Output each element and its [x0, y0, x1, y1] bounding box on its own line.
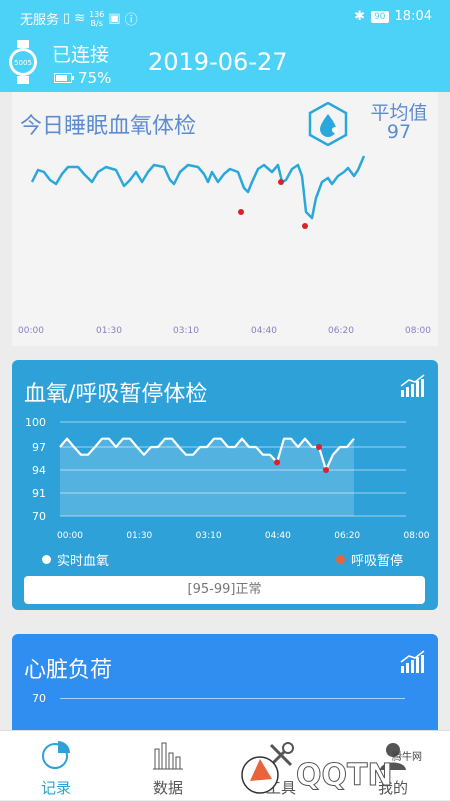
pie-chart-icon: [42, 741, 70, 769]
device-label: 5005: [14, 59, 32, 67]
apnea-marker: [274, 459, 280, 466]
y-tick: 91: [32, 487, 46, 500]
y-tick: 100: [25, 416, 46, 429]
x-tick: 08:00: [405, 326, 431, 336]
x-tick: 08:00: [404, 531, 430, 541]
x-tick: 06:20: [334, 531, 360, 541]
net-speed: 136 B/s: [89, 9, 105, 28]
oxygen-drop-icon: [308, 102, 348, 146]
date-selector[interactable]: 2019-06-27: [148, 48, 287, 76]
tab-data[interactable]: 数据: [112, 731, 224, 801]
x-tick: 03:10: [196, 531, 222, 541]
average-value: 97: [386, 121, 412, 143]
spo2-apnea-card[interactable]: 血氧/呼吸暂停体检 100 97 94 91 70 00:00 01:30 03:10 04:4…: [12, 360, 438, 610]
info-icon: ⓘ: [124, 13, 138, 28]
connection-status: 已连接: [52, 44, 110, 66]
clock: 18:04: [394, 9, 432, 24]
tab-label: 记录: [40, 779, 71, 797]
legend-label: 实时血氧: [57, 554, 110, 569]
x-tick: 03:10: [173, 326, 199, 336]
x-tick: 04:40: [251, 326, 277, 336]
bluetooth-icon: ✱: [354, 9, 366, 24]
carrier-text: 无服务: [20, 13, 60, 28]
photo-icon: ▣: [108, 11, 121, 26]
legend-dot: [336, 555, 345, 564]
sleep-oximetry-chart: [30, 155, 366, 229]
apnea-marker: [278, 179, 284, 185]
battery-percent: 75%: [78, 69, 112, 87]
svg-text:QQTN: QQTN: [296, 758, 393, 793]
legend-apnea: 呼吸暂停: [336, 550, 403, 569]
x-tick: 04:40: [265, 531, 291, 541]
spo2-chart: 100 97 94 91 70 00:00 01:30 03:10 04:40 06:20 08:0…: [25, 416, 430, 541]
x-tick: 01:30: [96, 326, 122, 336]
normal-range-box: [95-99]正常: [24, 576, 425, 604]
card-title: 心脏负荷: [24, 658, 113, 683]
apnea-marker: [238, 209, 244, 215]
device-battery: 75%: [54, 69, 111, 87]
sleep-oximetry-card[interactable]: 今日睡眠血氧体检 平均值 97 00:00 01:30 03:10 04:40 …: [12, 92, 438, 346]
spo2-area: [60, 438, 354, 516]
app-header: 5005 已连接 75% 2019-06-27: [0, 34, 450, 92]
heart-load-card[interactable]: 心脏负荷 70: [12, 634, 438, 744]
battery-icon: [54, 73, 74, 83]
spo2-trend-line: [30, 155, 366, 220]
x-tick: 01:30: [126, 531, 152, 541]
x-tick: 00:00: [18, 326, 44, 336]
x-tick: 06:20: [328, 326, 354, 336]
status-bar: 无服务 ▯ ≋ 136 B/s ▣ ⓘ ✱ 90 18:04: [0, 0, 450, 34]
legend-label: 呼吸暂停: [351, 554, 404, 569]
apnea-marker: [323, 467, 329, 473]
y-tick: 70: [32, 692, 46, 705]
wifi-icon: ≋: [74, 11, 86, 26]
y-tick: 97: [32, 441, 46, 454]
legend-dot: [42, 555, 51, 564]
y-tick: 70: [32, 510, 46, 523]
bar-chart-icon: [153, 742, 183, 770]
trend-chart-icon[interactable]: [400, 650, 426, 674]
watermark-text: 腾牛网: [392, 752, 422, 763]
legend-realtime: 实时血氧: [42, 550, 109, 569]
apnea-marker: [302, 223, 308, 229]
watch-icon[interactable]: 5005: [8, 40, 38, 84]
sim-icon: ▯: [63, 11, 71, 26]
trend-chart-icon[interactable]: [400, 374, 426, 398]
battery-indicator: 90: [371, 10, 389, 23]
tab-label: 数据: [152, 779, 183, 797]
card-title: 血氧/呼吸暂停体检: [24, 382, 208, 407]
watermark-logo: QQTN: [241, 756, 393, 794]
y-tick: 94: [32, 464, 46, 477]
grid-line: [60, 698, 405, 699]
tab-records[interactable]: 记录: [0, 731, 112, 801]
x-axis: 00:00 01:30 03:10 04:40 06:20 08:00: [12, 326, 438, 340]
card-title: 今日睡眠血氧体检: [20, 114, 197, 139]
x-tick: 00:00: [57, 531, 83, 541]
apnea-marker: [316, 444, 322, 450]
